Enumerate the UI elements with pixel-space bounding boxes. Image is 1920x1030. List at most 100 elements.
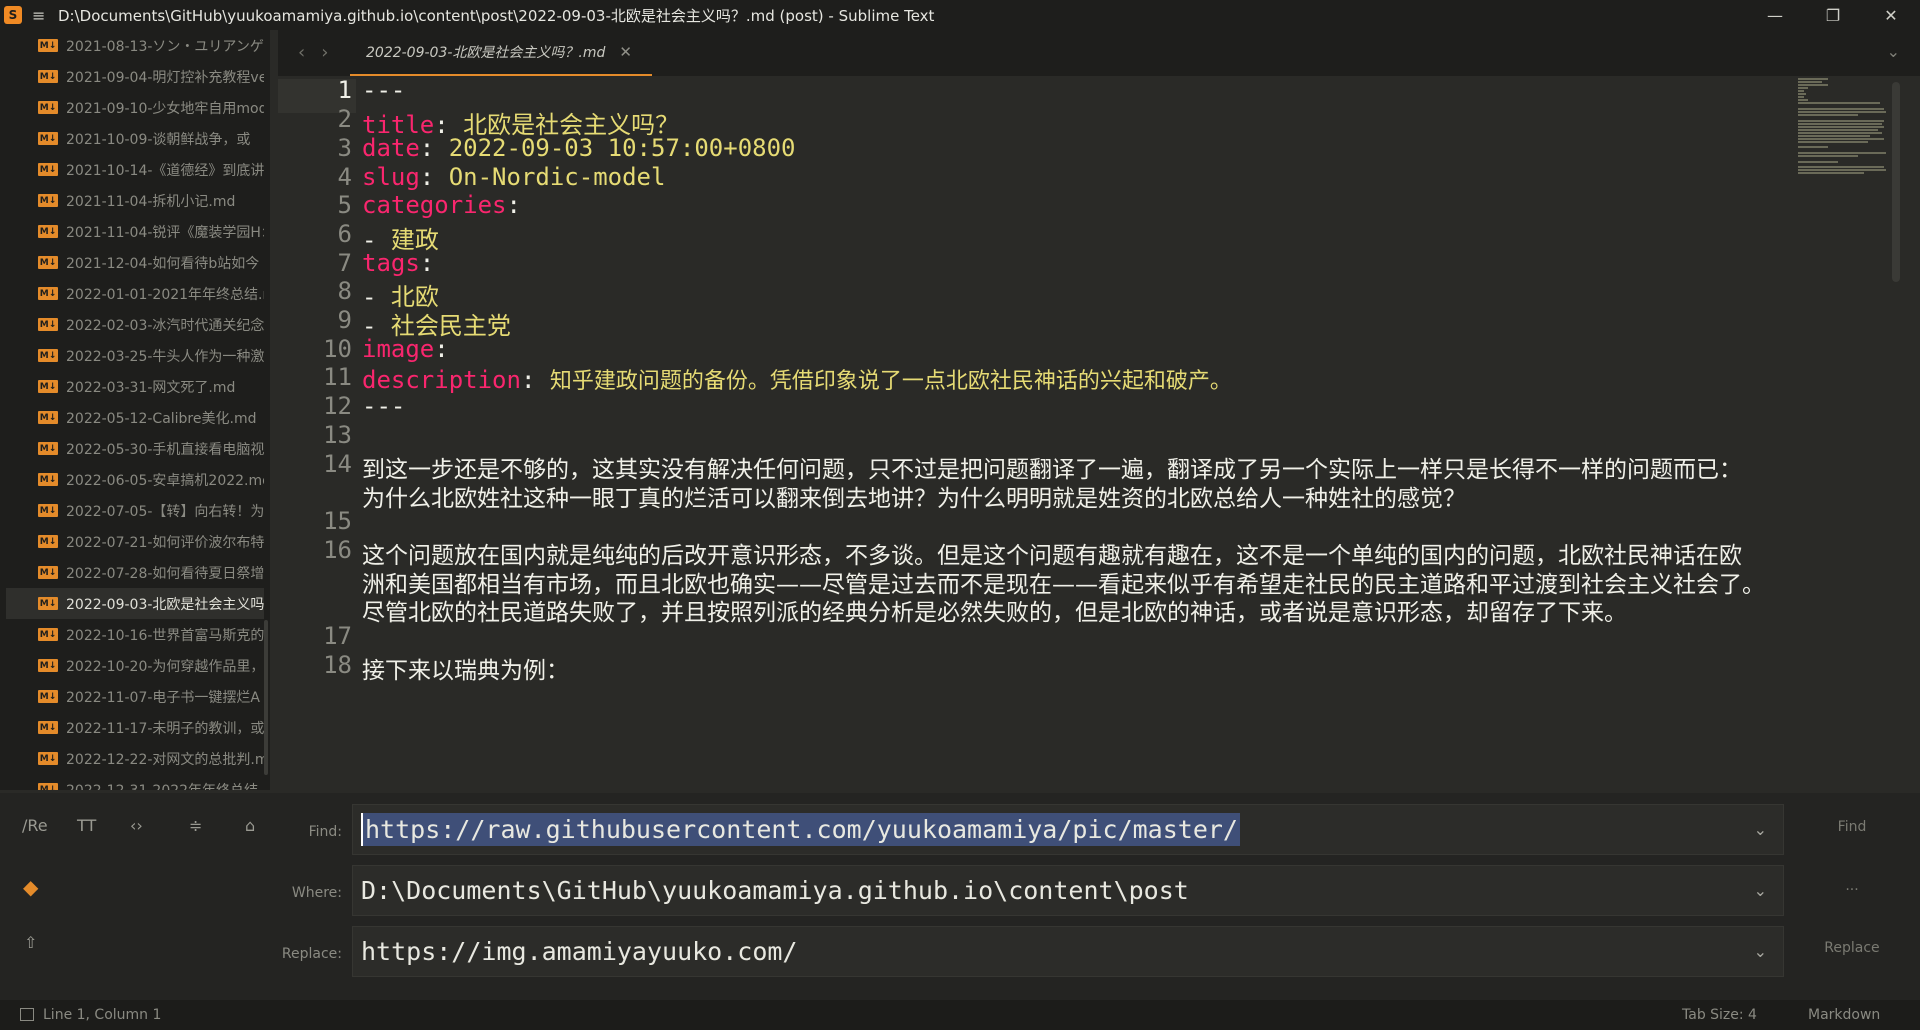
code-line: tags: — [362, 249, 434, 277]
file-list-item[interactable]: M↓ 2022-03-25-牛头人作为一种激 — [6, 340, 264, 371]
where-browse-button[interactable]: ... — [1800, 878, 1904, 894]
find-button[interactable]: Find — [1800, 819, 1904, 835]
toggle-sidebar-icon[interactable] — [20, 1008, 34, 1021]
tab-close-icon[interactable]: ✕ — [619, 43, 632, 61]
wrap-toggle[interactable]: ⌂ — [245, 816, 255, 835]
find-history-chevron-icon[interactable]: ⌄ — [1754, 820, 1767, 839]
minimap-line — [1798, 93, 1806, 95]
markdown-file-icon: M↓ — [38, 783, 58, 790]
replace-history-chevron-icon[interactable]: ⌄ — [1754, 942, 1767, 961]
yaml-separator: : — [419, 249, 435, 277]
file-list-item[interactable]: M↓ 2021-11-04-拆机小记.md — [6, 185, 264, 216]
markdown-file-icon: M↓ — [38, 566, 58, 579]
yaml-separator: : — [419, 134, 449, 162]
back-arrow-icon[interactable]: ‹ — [298, 42, 305, 63]
window-controls: — ❐ ✕ — [1746, 0, 1920, 30]
file-list-item[interactable]: M↓ 2021-11-04-锐评《魔装学园H× — [6, 216, 264, 247]
line-number: 3 — [337, 134, 352, 162]
file-name: 2022-11-17-未明子的教训，或 — [66, 720, 264, 737]
use-buffer-icon[interactable]: ◆ — [23, 875, 38, 899]
menu-icon[interactable]: ≡ — [32, 6, 46, 25]
line-number: 5 — [337, 191, 352, 219]
file-name: 2021-11-04-拆机小记.md — [66, 193, 236, 210]
where-history-chevron-icon[interactable]: ⌄ — [1754, 881, 1767, 900]
code-line: description: 知乎建政问题的备份。凭借印象说了一点北欧社民神话的兴起… — [362, 363, 1232, 395]
file-list-item[interactable]: M↓ 2021-10-09-谈朝鲜战争，或 — [6, 123, 264, 154]
replace-input[interactable]: https://img.amamiyayuuko.com/ ⌄ — [352, 926, 1784, 977]
line-number: 8 — [337, 277, 352, 305]
yaml-key: categories — [362, 191, 507, 219]
file-list-item[interactable]: M↓ 2021-09-04-明灯控补充教程ve — [6, 61, 264, 92]
file-list-item[interactable]: M↓ 2022-12-31-2022年年终总结 — [6, 774, 264, 790]
find-input[interactable]: https://raw.githubusercontent.com/yuukoa… — [352, 804, 1784, 855]
code-line: date: 2022-09-03 10:57:00+0800 — [362, 134, 795, 162]
minimap-line — [1798, 90, 1804, 92]
forward-arrow-icon[interactable]: › — [321, 42, 328, 63]
line-number: 12 — [323, 392, 352, 420]
code-line: image: — [362, 335, 449, 363]
tab-label: 2022-09-03-北欧是社会主义吗？.md — [366, 45, 606, 61]
file-list-item[interactable]: M↓ 2021-09-10-少女地牢自用mod — [6, 92, 264, 123]
minimize-button[interactable]: — — [1746, 0, 1804, 30]
yaml-separator: : — [506, 191, 521, 219]
tab-list-dropdown-icon[interactable]: ⌄ — [1887, 42, 1900, 61]
tab-bar: ‹ › 2022-09-03-北欧是社会主义吗？.md ✕ ⌄ — [278, 30, 1920, 76]
file-list-item[interactable]: M↓ 2021-12-04-如何看待b站如今 — [6, 247, 264, 278]
case-sensitive-toggle[interactable]: TT — [77, 816, 96, 835]
where-label: Where: — [291, 885, 342, 901]
where-input-value: D:\Documents\GitHub\yuukoamamiya.github.… — [361, 876, 1189, 905]
file-name: 2021-09-04-明灯控补充教程ve — [66, 69, 264, 86]
file-name: 2022-10-16-世界首富马斯克的 — [66, 627, 264, 644]
minimap-line — [1798, 155, 1858, 157]
file-list-item[interactable]: M↓ 2022-01-01-2021年年终总结.r — [6, 278, 264, 309]
tab-active-file[interactable]: 2022-09-03-北欧是社会主义吗？.md ✕ — [350, 30, 652, 76]
minimap-line — [1798, 87, 1808, 89]
file-list-item[interactable]: M↓ 2022-07-05-【转】向右转！为什 — [6, 495, 264, 526]
replace-button[interactable]: Replace — [1800, 940, 1904, 956]
yaml-value: On-Nordic-model — [448, 163, 666, 191]
file-list-item[interactable]: M↓ 2022-10-16-世界首富马斯克的 — [6, 619, 264, 650]
regex-toggle[interactable]: /Re — [22, 816, 48, 835]
close-button[interactable]: ✕ — [1862, 0, 1920, 30]
sidebar-scrollbar[interactable] — [264, 620, 268, 775]
whole-word-toggle[interactable]: ‹› — [130, 816, 143, 835]
file-list-item[interactable]: M↓ 2022-11-17-未明子的教训，或 — [6, 712, 264, 743]
minimap-line — [1798, 120, 1884, 122]
maximize-button[interactable]: ❐ — [1804, 0, 1862, 30]
file-list-item[interactable]: M↓ 2022-11-07-电子书一键摆烂A — [6, 681, 264, 712]
file-list-item[interactable]: M↓ 2022-10-20-为何穿越作品里， — [6, 650, 264, 681]
editor-scrollbar[interactable] — [1892, 82, 1900, 282]
minimap-line — [1798, 161, 1838, 163]
code-line: categories: — [362, 191, 521, 219]
file-name: 2021-08-13-ソン・ユリアンゲリオン — [66, 38, 264, 55]
file-list-item[interactable]: M↓ 2022-05-30-手机直接看电脑视 — [6, 433, 264, 464]
file-list-item[interactable]: M↓ 2021-08-13-ソン・ユリアンゲリオン — [6, 30, 264, 61]
tab-size-indicator[interactable]: Tab Size: 4 — [1682, 1007, 1757, 1023]
title-bar: S ≡ D:\Documents\GitHub\yuukoamamiya.git… — [0, 0, 1920, 30]
line-number: 2 — [337, 105, 352, 133]
file-list-item[interactable]: M↓ 2022-05-12-Calibre美化.md — [6, 402, 264, 433]
file-list-item[interactable]: M↓ 2022-02-03-冰汽时代通关纪念 — [6, 309, 264, 340]
in-selection-toggle[interactable]: ≑ — [189, 816, 202, 835]
file-list-item[interactable]: M↓ 2021-10-14-《道德经》到底讲了 — [6, 154, 264, 185]
markdown-file-icon: M↓ — [38, 597, 58, 610]
file-list-item[interactable]: M↓ 2022-12-22-对网文的总批判.m — [6, 743, 264, 774]
file-list-item[interactable]: M↓ 2022-07-28-如何看待夏日祭增 — [6, 557, 264, 588]
file-list-item[interactable]: M↓ 2022-09-03-北欧是社会主义吗 — [6, 588, 264, 619]
where-input[interactable]: D:\Documents\GitHub\yuukoamamiya.github.… — [352, 865, 1784, 916]
show-context-icon[interactable]: ⇧ — [24, 933, 37, 952]
minimap-line — [1798, 81, 1822, 83]
file-name: 2021-10-09-谈朝鲜战争，或 — [66, 131, 251, 148]
file-list-item[interactable]: M↓ 2022-06-05-安卓搞机2022.md — [6, 464, 264, 495]
file-list-item[interactable]: M↓ 2022-03-31-网文死了.md — [6, 371, 264, 402]
syntax-indicator[interactable]: Markdown — [1808, 1007, 1880, 1023]
find-input-value: https://raw.githubusercontent.com/yuukoa… — [361, 813, 1240, 846]
editor-area[interactable]: 1 2 3 4 5 6 7 8 9 10 11 12 13 14 15 16 17 18 --- title: 北… — [278, 76, 1905, 793]
minimap[interactable] — [1798, 76, 1888, 216]
cursor-position[interactable]: Line 1, Column 1 — [43, 1007, 161, 1023]
markdown-file-icon: M↓ — [38, 752, 58, 765]
markdown-file-icon: M↓ — [38, 318, 58, 331]
minimap-line — [1798, 169, 1886, 171]
sublime-app-icon[interactable]: S — [4, 6, 22, 24]
file-list-item[interactable]: M↓ 2022-07-21-如何评价波尔布特 — [6, 526, 264, 557]
